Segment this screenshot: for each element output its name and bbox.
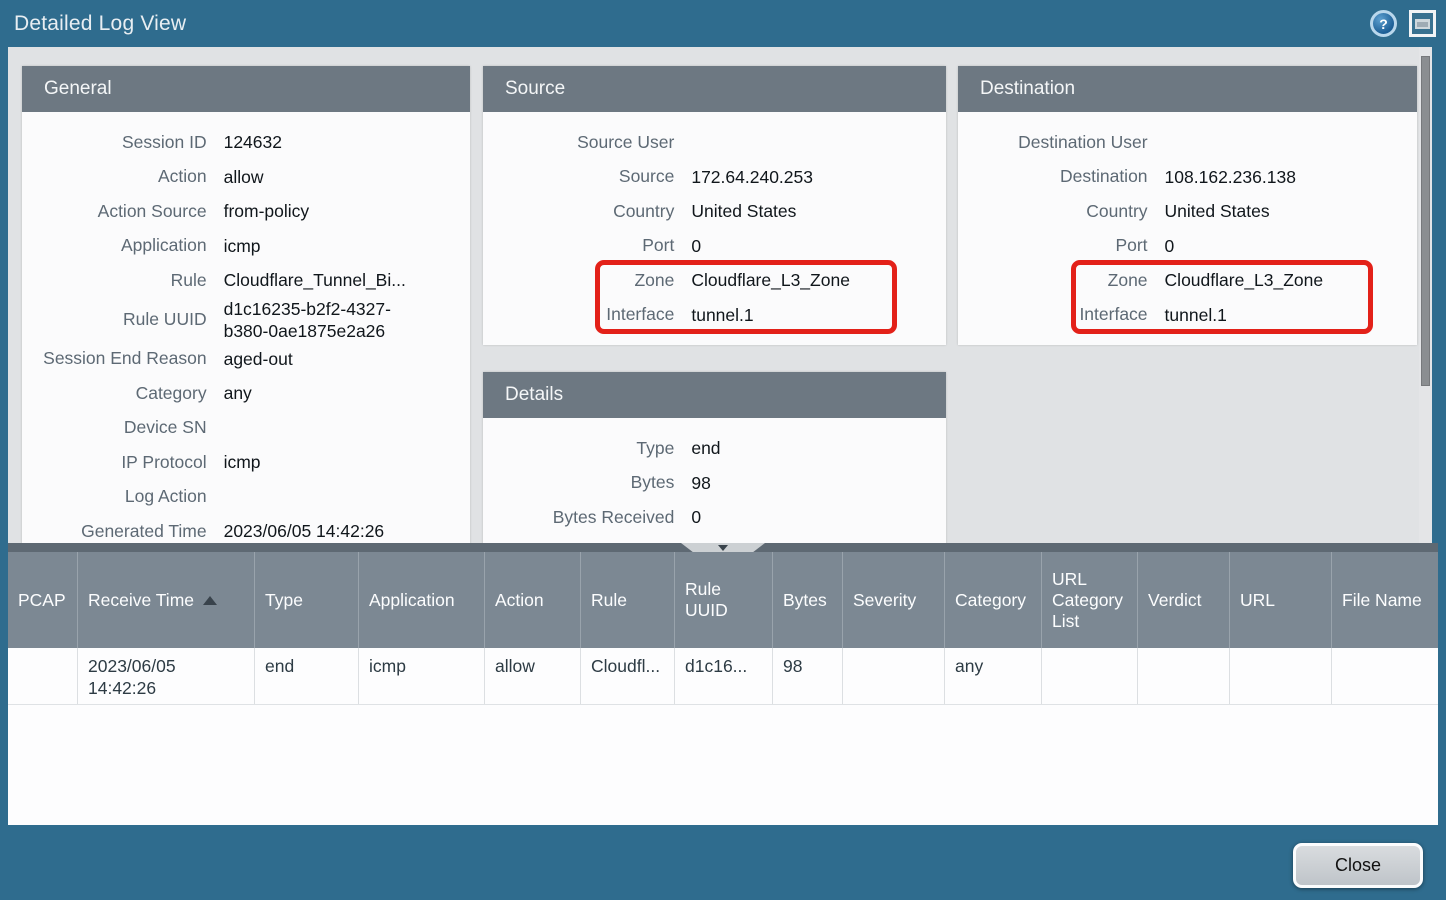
field-application: Applicationicmp — [22, 229, 470, 264]
cell-url — [1230, 648, 1332, 704]
help-icon[interactable]: ? — [1370, 10, 1397, 37]
col-header-url[interactable]: URL — [1230, 552, 1332, 648]
cell-file-name — [1332, 648, 1438, 704]
col-header-application[interactable]: Application — [359, 552, 485, 648]
field-destination-country: CountryUnited States — [958, 194, 1417, 229]
field-session-id: Session ID124632 — [22, 125, 470, 160]
maximize-icon[interactable] — [1409, 10, 1436, 37]
cell-rule-uuid: d1c16... — [675, 648, 773, 704]
col-header-category[interactable]: Category — [945, 552, 1042, 648]
dialog-title: Detailed Log View — [0, 12, 186, 36]
log-table: PCAP Receive Time Type Application Actio… — [8, 552, 1438, 825]
help-glyph: ? — [1379, 16, 1388, 32]
col-header-bytes[interactable]: Bytes — [773, 552, 843, 648]
dialog-titlebar: Detailed Log View ? — [0, 0, 1446, 47]
col-header-verdict[interactable]: Verdict — [1138, 552, 1230, 648]
destination-panel: Destination Destination User Destination… — [958, 66, 1417, 345]
col-header-url-category-list[interactable]: URL Category List — [1042, 552, 1138, 648]
cell-bytes: 98 — [773, 648, 843, 704]
col-header-pcap[interactable]: PCAP — [8, 552, 78, 648]
field-log-action: Log Action — [22, 480, 470, 515]
field-ip-protocol: IP Protocolicmp — [22, 445, 470, 480]
field-destination: Destination108.162.236.138 — [958, 160, 1417, 195]
field-bytes-received: Bytes Received0 — [483, 500, 946, 535]
cell-action: allow — [485, 648, 581, 704]
close-button[interactable]: Close — [1293, 843, 1423, 888]
general-panel-header: General — [22, 66, 470, 112]
cell-severity — [843, 648, 945, 704]
cell-application: icmp — [359, 648, 485, 704]
cell-rule: Cloudfl... — [581, 648, 675, 704]
field-rule-uuid: Rule UUIDd1c16235-b2f2-4327-b380-0ae1875… — [22, 298, 470, 342]
field-session-end-reason: Session End Reasonaged-out — [22, 342, 470, 377]
field-source-user: Source User — [483, 125, 946, 160]
general-panel: General Session ID124632 Actionallow Act… — [22, 66, 470, 543]
cell-pcap — [8, 648, 78, 704]
col-header-severity[interactable]: Severity — [843, 552, 945, 648]
cell-category: any — [945, 648, 1042, 704]
panel-scrollbar-thumb[interactable] — [1421, 56, 1430, 386]
splitter-collapse-handle[interactable] — [681, 543, 765, 552]
field-rule: RuleCloudflare_Tunnel_Bi... — [22, 263, 470, 298]
section-splitter[interactable] — [8, 543, 1438, 552]
col-header-receive-time[interactable]: Receive Time — [78, 552, 255, 648]
field-device-sn: Device SN — [22, 411, 470, 446]
field-destination-interface: Interfacetunnel.1 — [958, 298, 1417, 333]
cell-type: end — [255, 648, 359, 704]
col-header-type[interactable]: Type — [255, 552, 359, 648]
panel-scrollbar-track[interactable] — [1419, 47, 1432, 543]
sort-ascending-icon — [203, 596, 217, 605]
details-panel: Details Typeend Bytes98 Bytes Received0 — [483, 372, 946, 543]
field-category: Categoryany — [22, 376, 470, 411]
source-panel: Source Source User Source172.64.240.253 … — [483, 66, 946, 345]
source-panel-header: Source — [483, 66, 946, 112]
col-header-file-name[interactable]: File Name — [1332, 552, 1438, 648]
field-generated-time: Generated Time2023/06/05 14:42:26 — [22, 514, 470, 543]
field-action: Actionallow — [22, 160, 470, 195]
field-source-country: CountryUnited States — [483, 194, 946, 229]
log-table-header: PCAP Receive Time Type Application Actio… — [8, 552, 1438, 648]
field-type: Typeend — [483, 431, 946, 466]
field-bytes: Bytes98 — [483, 466, 946, 501]
cell-receive-time: 2023/06/05 14:42:26 — [78, 648, 255, 704]
field-source-port: Port0 — [483, 229, 946, 264]
col-header-rule[interactable]: Rule — [581, 552, 675, 648]
field-source-zone: ZoneCloudflare_L3_Zone — [483, 263, 946, 298]
field-source-interface: Interfacetunnel.1 — [483, 298, 946, 333]
collapse-down-icon — [718, 545, 728, 551]
destination-panel-header: Destination — [958, 66, 1417, 112]
field-source: Source172.64.240.253 — [483, 160, 946, 195]
log-detail-section: General Session ID124632 Actionallow Act… — [8, 47, 1432, 543]
field-destination-zone: ZoneCloudflare_L3_Zone — [958, 263, 1417, 298]
cell-url-category-list — [1042, 648, 1138, 704]
field-action-source: Action Sourcefrom-policy — [22, 194, 470, 229]
field-destination-port: Port0 — [958, 229, 1417, 264]
col-header-rule-uuid[interactable]: Rule UUID — [675, 552, 773, 648]
col-header-action[interactable]: Action — [485, 552, 581, 648]
field-destination-user: Destination User — [958, 125, 1417, 160]
cell-verdict — [1138, 648, 1230, 704]
log-table-row[interactable]: 2023/06/05 14:42:26 end icmp allow Cloud… — [8, 648, 1438, 705]
maximize-glyph — [1415, 19, 1430, 29]
details-panel-header: Details — [483, 372, 946, 418]
